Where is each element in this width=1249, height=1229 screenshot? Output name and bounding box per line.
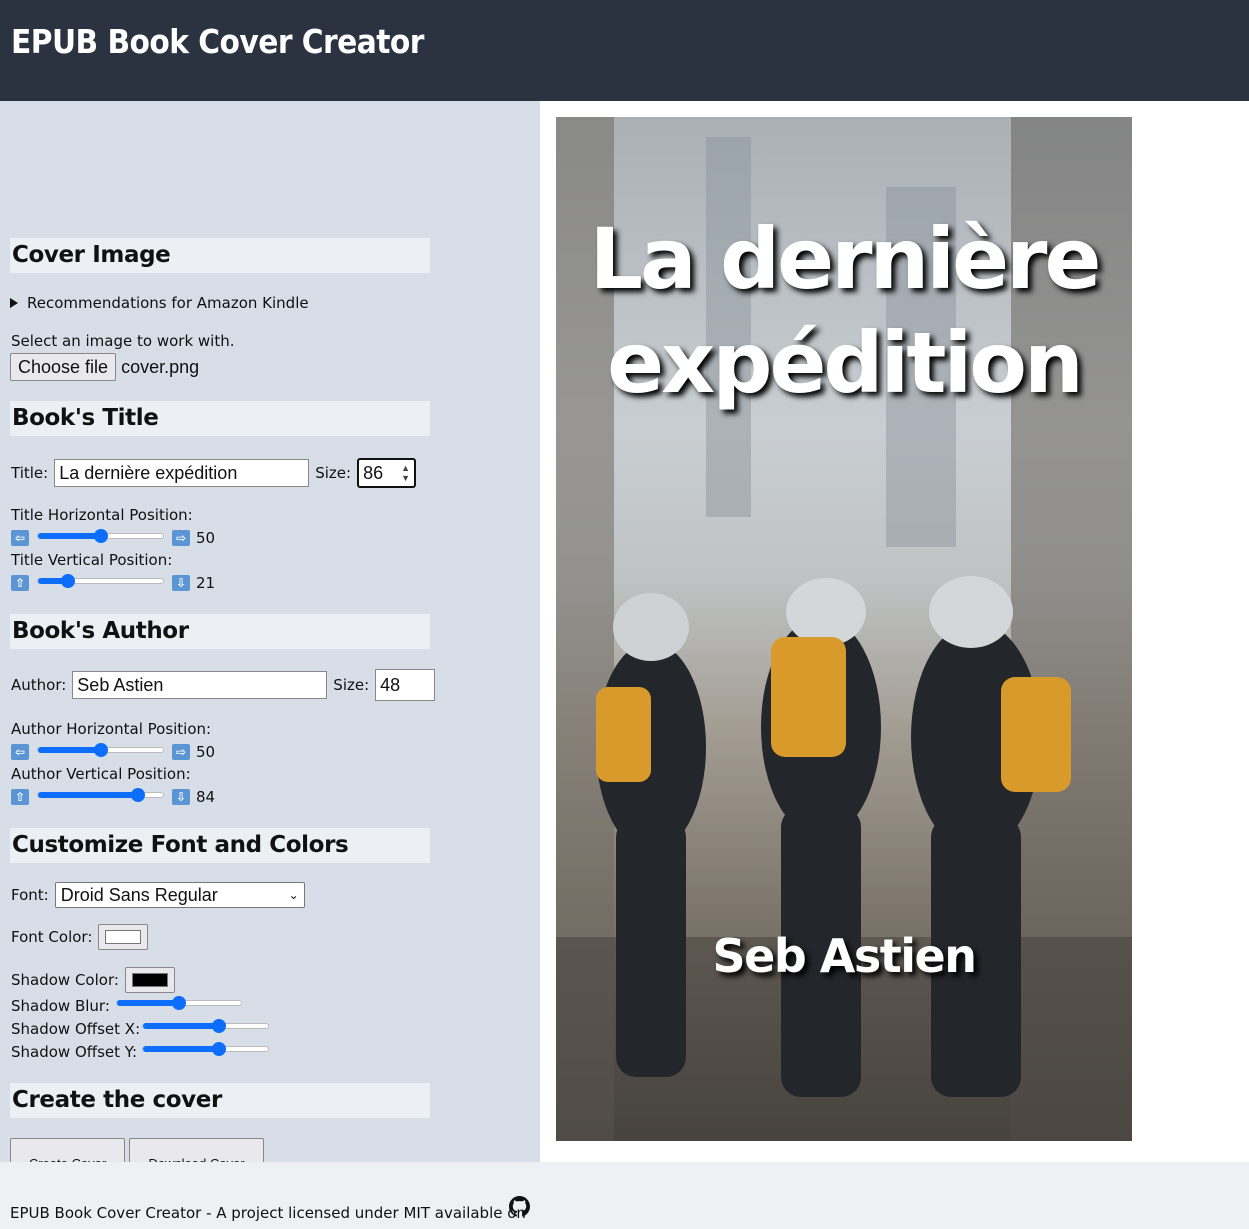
title-v-slider[interactable] bbox=[37, 574, 164, 588]
shadow-y-label: Shadow Offset Y: bbox=[11, 1043, 138, 1061]
title-label: Title: bbox=[11, 464, 49, 482]
shadow-blur-slider[interactable] bbox=[116, 996, 242, 1010]
footer-text: EPUB Book Cover Creator - A project lice… bbox=[10, 1204, 526, 1222]
cover-title-line2: expédition bbox=[607, 314, 1084, 412]
author-h-slider[interactable] bbox=[37, 743, 164, 757]
slider-knob[interactable] bbox=[61, 574, 75, 588]
slider-fill bbox=[117, 1000, 179, 1006]
shadow-y-slider[interactable] bbox=[142, 1042, 269, 1056]
choose-file-button[interactable]: Choose file bbox=[10, 353, 117, 381]
title-v-value: 21 bbox=[196, 574, 216, 592]
author-v-slider[interactable] bbox=[37, 788, 164, 802]
font-select-value: Droid Sans Regular bbox=[60, 885, 218, 905]
font-heading: Customize Font and Colors bbox=[10, 828, 430, 863]
right-arrow-icon: ⇨ bbox=[172, 530, 190, 546]
recommendations-label: Recommendations for Amazon Kindle bbox=[27, 294, 309, 312]
title-size-input[interactable]: 86 ▲ ▼ bbox=[357, 458, 417, 488]
github-icon[interactable] bbox=[509, 1196, 531, 1218]
cover-title-line1: La dernière bbox=[589, 210, 1102, 308]
cover-image-heading: Cover Image bbox=[10, 238, 430, 273]
stepper-icon[interactable]: ▲ ▼ bbox=[401, 463, 410, 483]
app-header: EPUB Book Cover Creator bbox=[0, 0, 1249, 101]
author-size-input[interactable]: 48 bbox=[375, 669, 436, 701]
title-size-value: 86 bbox=[363, 463, 384, 483]
slider-knob[interactable] bbox=[94, 743, 108, 757]
font-color-picker[interactable] bbox=[98, 924, 149, 950]
font-color-label: Font Color: bbox=[11, 928, 93, 946]
cover-preview-area: La dernière expédition Seb Astien bbox=[540, 101, 1249, 1162]
slider-knob[interactable] bbox=[94, 529, 108, 543]
title-h-value: 50 bbox=[196, 529, 216, 547]
slider-knob[interactable] bbox=[212, 1019, 226, 1033]
right-arrow-icon: ⇨ bbox=[172, 744, 190, 760]
title-size-label: Size: bbox=[315, 464, 352, 482]
cover-title: La dernière expédition bbox=[556, 207, 1132, 415]
chevron-down-icon: ⌄ bbox=[288, 888, 299, 902]
author-v-value: 84 bbox=[196, 788, 216, 806]
down-arrow-icon: ⇩ bbox=[172, 575, 190, 591]
left-arrow-icon: ⇦ bbox=[11, 530, 29, 546]
author-size-label: Size: bbox=[333, 676, 370, 694]
slider-knob[interactable] bbox=[212, 1042, 226, 1056]
shadow-color-label: Shadow Color: bbox=[11, 971, 119, 989]
title-heading: Book's Title bbox=[10, 401, 430, 436]
footer: EPUB Book Cover Creator - A project lice… bbox=[0, 1162, 1249, 1229]
title-input[interactable]: La dernière expédition bbox=[54, 459, 310, 487]
title-v-label: Title Vertical Position: bbox=[11, 551, 173, 569]
author-v-label: Author Vertical Position: bbox=[11, 765, 191, 783]
up-arrow-icon: ⇧ bbox=[11, 789, 29, 805]
app-title: EPUB Book Cover Creator bbox=[11, 22, 424, 61]
recommendations-toggle[interactable]: Recommendations for Amazon Kindle bbox=[10, 294, 309, 312]
cover-author: Seb Astien bbox=[712, 929, 977, 983]
shadow-x-slider[interactable] bbox=[142, 1019, 269, 1033]
title-h-label: Title Horizontal Position: bbox=[11, 506, 193, 524]
author-h-value: 50 bbox=[196, 743, 216, 761]
author-input[interactable]: Seb Astien bbox=[72, 671, 328, 699]
shadow-color-swatch bbox=[131, 973, 168, 987]
font-select[interactable]: Droid Sans Regular ⌄ bbox=[54, 882, 305, 908]
file-name: cover.png bbox=[121, 356, 200, 377]
font-label: Font: bbox=[11, 886, 49, 904]
up-arrow-icon: ⇧ bbox=[11, 575, 29, 591]
slider-fill bbox=[38, 792, 138, 798]
left-arrow-icon: ⇦ bbox=[11, 744, 29, 760]
author-heading: Book's Author bbox=[10, 614, 430, 649]
shadow-x-label: Shadow Offset X: bbox=[11, 1020, 141, 1038]
select-image-label: Select an image to work with. bbox=[11, 332, 235, 350]
slider-knob[interactable] bbox=[172, 996, 186, 1010]
controls-panel: Cover Image Recommendations for Amazon K… bbox=[0, 101, 540, 1189]
cover-preview: La dernière expédition Seb Astien bbox=[556, 117, 1132, 1141]
author-h-label: Author Horizontal Position: bbox=[11, 720, 212, 738]
slider-fill bbox=[143, 1023, 219, 1029]
shadow-blur-label: Shadow Blur: bbox=[11, 997, 110, 1015]
slider-fill bbox=[38, 747, 101, 753]
create-heading: Create the cover bbox=[10, 1083, 430, 1118]
font-color-swatch bbox=[105, 930, 142, 944]
slider-knob[interactable] bbox=[131, 788, 145, 802]
title-h-slider[interactable] bbox=[37, 529, 164, 543]
disclosure-triangle-icon bbox=[10, 298, 18, 308]
down-arrow-icon: ⇩ bbox=[172, 789, 190, 805]
author-label: Author: bbox=[11, 676, 67, 694]
slider-fill bbox=[143, 1046, 219, 1052]
slider-fill bbox=[38, 533, 101, 539]
shadow-color-picker[interactable] bbox=[124, 967, 175, 993]
